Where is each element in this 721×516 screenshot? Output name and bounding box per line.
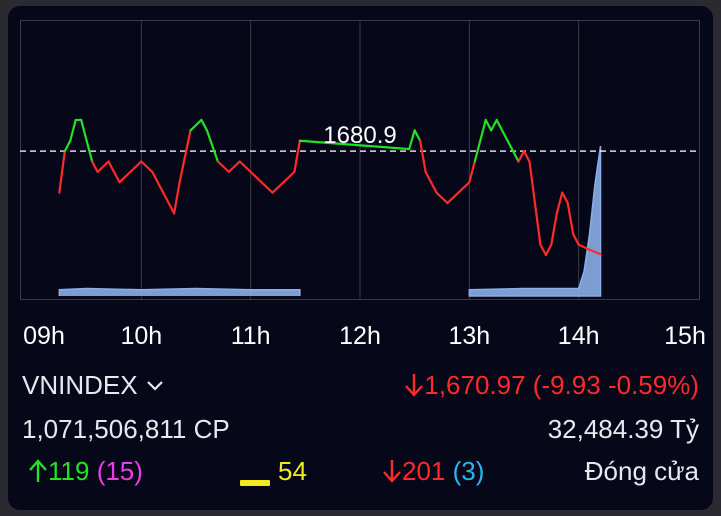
price-segment (96, 160, 110, 173)
price-segment (205, 129, 219, 163)
price-segment (555, 191, 564, 215)
price-segment (484, 118, 493, 132)
market-status: Đóng cửa (584, 456, 699, 486)
index-selector[interactable]: VNINDEX (22, 370, 164, 401)
x-tick-label: 14h (557, 322, 600, 350)
price-segment (293, 139, 301, 173)
unchanged-group: 54 (240, 456, 307, 487)
price-segment (446, 191, 460, 205)
reference-label: 1680.9 (323, 122, 396, 149)
declines-count: 201 (402, 456, 446, 486)
price-segment (216, 160, 230, 173)
price-segment (457, 181, 471, 194)
price-segment (80, 118, 88, 142)
price-segment (561, 191, 569, 205)
price-segment (200, 118, 209, 132)
price-segment (468, 160, 476, 184)
price-segment (173, 181, 181, 215)
price-segment (227, 160, 241, 173)
volume-area (58, 145, 602, 297)
x-tick-label: 10h (120, 322, 163, 350)
price-segment (517, 150, 526, 163)
x-tick-label: 12h (339, 322, 381, 350)
price-segment (260, 181, 274, 194)
advances-count: 119 (48, 456, 90, 486)
price-segment (91, 160, 99, 173)
price-segment (544, 243, 553, 257)
price-segment (473, 118, 487, 163)
price-segment (408, 129, 416, 151)
intraday-chart: 1680.9 (20, 20, 700, 300)
price-segment (129, 160, 143, 173)
index-value: 1,670.97 (-9.93 -0.59%) (424, 370, 699, 400)
unchanged-bar-icon (240, 480, 270, 486)
price-segment (419, 139, 427, 173)
x-tick-label: 15h (664, 322, 706, 350)
price-segment (107, 160, 121, 184)
price-segment (528, 160, 537, 205)
price-segment (506, 139, 520, 163)
price-segment (539, 243, 547, 257)
total-volume: 1,071,506,811 CP (22, 414, 230, 444)
price-segment (178, 129, 192, 184)
index-change: 1,670.97 (-9.93 -0.59%) (404, 370, 699, 401)
price-segment (151, 170, 165, 194)
x-tick-label: 11h (230, 322, 271, 350)
price-segment (58, 150, 66, 194)
price-segment (566, 201, 575, 236)
price-segment (282, 170, 296, 184)
index-name: VNINDEX (22, 370, 138, 400)
price-segment (413, 129, 422, 142)
intraday-chart-svg: 1680.9 (20, 20, 700, 300)
price-segment (249, 170, 263, 184)
price-segment (63, 139, 72, 153)
price-segment (69, 118, 77, 142)
arrow-up-icon (28, 458, 48, 484)
price-segment (522, 150, 531, 163)
x-tick-label: 13h (448, 322, 491, 350)
price-segment (572, 233, 580, 246)
x-tick-label: 09h (23, 322, 65, 350)
price-segment (140, 160, 154, 173)
floor-count: (3) (452, 456, 485, 486)
price-segment (495, 118, 509, 142)
price-segment (118, 170, 132, 184)
price-segment (550, 212, 558, 246)
arrow-down-icon (404, 372, 424, 398)
ceiling-count: (15) (96, 456, 143, 486)
arrow-down-icon (382, 458, 402, 484)
unchanged-count: 54 (278, 456, 307, 486)
price-segment (238, 160, 252, 173)
x-axis-labels: 09h 10h 11h 12h 13h 14h 15h (8, 322, 713, 362)
price-segment (162, 191, 176, 215)
market-index-card: 1680.9 09h 10h 11h 12h 13h 14h 15h VNINDEX 1,6… (8, 6, 713, 510)
price-segment (533, 201, 542, 246)
price-segment (424, 170, 438, 194)
price-segment (435, 191, 449, 205)
price-segment (271, 181, 285, 194)
declines-group: 201 (3) (382, 456, 484, 487)
price-segment (189, 118, 203, 132)
advances-group: 119 (15) (28, 456, 143, 487)
chevron-down-icon (146, 380, 164, 392)
price-segment (490, 118, 498, 132)
total-value: 32,484.39 Tỷ (547, 414, 699, 444)
